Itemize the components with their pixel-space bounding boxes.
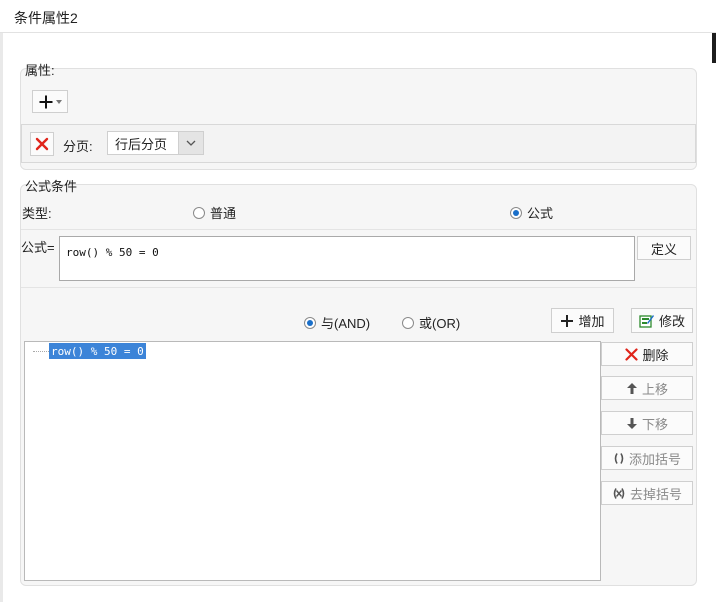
condition-list[interactable]: row() % 50 = 0 [24,341,601,581]
formula-input-text: row() % 50 = 0 [66,246,159,259]
divider [21,229,696,230]
logic-radio-or[interactable]: 或(OR) [402,313,460,332]
close-icon [625,347,639,361]
modify-condition-button[interactable]: 修改 [631,308,693,333]
add-property-button[interactable] [32,90,68,113]
dropdown-arrow-icon [56,99,62,104]
chevron-down-icon[interactable] [178,132,203,154]
type-radio-normal[interactable]: 普通 [193,203,236,222]
add-bracket-button[interactable]: 添加括号 [601,446,693,470]
edit-icon [639,313,655,329]
close-icon [35,137,49,151]
divider-2 [21,287,696,288]
properties-section-label: 属性: [25,63,55,78]
add-condition-button[interactable]: 增加 [551,308,614,333]
logic-radio-and[interactable]: 与(AND) [304,313,370,332]
formula-condition-section-label: 公式条件 [25,179,78,194]
radio-normal-indicator [193,206,205,219]
move-up-label: 上移 [641,381,668,397]
type-radio-formula[interactable]: 公式 [510,203,553,222]
move-down-label: 下移 [641,416,668,432]
remove-bracket-icon [612,487,626,500]
radio-formula-indicator [510,206,522,219]
logic-or-label: 或(OR) [419,316,461,331]
formula-input[interactable]: row() % 50 = 0 [59,236,635,281]
window-edge-marker [712,33,716,63]
formula-label: 公式= [21,240,55,255]
type-option-formula-label: 公式 [527,206,554,221]
page-break-select[interactable]: 行后分页 [107,131,204,155]
remove-bracket-label: 去掉括号 [629,486,682,502]
add-condition-label: 增加 [578,314,605,329]
radio-and-indicator [304,316,316,329]
radio-or-indicator [402,316,414,329]
left-edge [0,33,3,602]
page-break-label: 分页: [63,139,93,154]
title-bar: 条件属性2 [0,0,716,33]
remove-property-button[interactable] [30,132,54,156]
arrow-up-icon [626,382,638,395]
delete-condition-button[interactable]: 删除 [601,342,693,366]
move-down-button[interactable]: 下移 [601,411,693,435]
tree-connector [33,351,49,352]
define-button[interactable]: 定义 [637,236,691,260]
window-title: 条件属性2 [14,10,78,26]
remove-bracket-button[interactable]: 去掉括号 [601,481,693,505]
bracket-icon [613,452,625,465]
plus-icon [560,314,574,328]
page-break-value: 行后分页 [115,136,168,152]
condition-item[interactable]: row() % 50 = 0 [49,343,146,359]
move-up-button[interactable]: 上移 [601,376,693,400]
delete-condition-label: 删除 [642,347,669,363]
logic-and-label: 与(AND) [321,316,371,331]
arrow-down-icon [626,417,638,430]
add-bracket-label: 添加括号 [628,451,681,467]
plus-icon [38,94,54,110]
modify-condition-label: 修改 [658,314,685,329]
type-option-normal-label: 普通 [210,206,237,221]
type-label: 类型: [22,206,52,221]
